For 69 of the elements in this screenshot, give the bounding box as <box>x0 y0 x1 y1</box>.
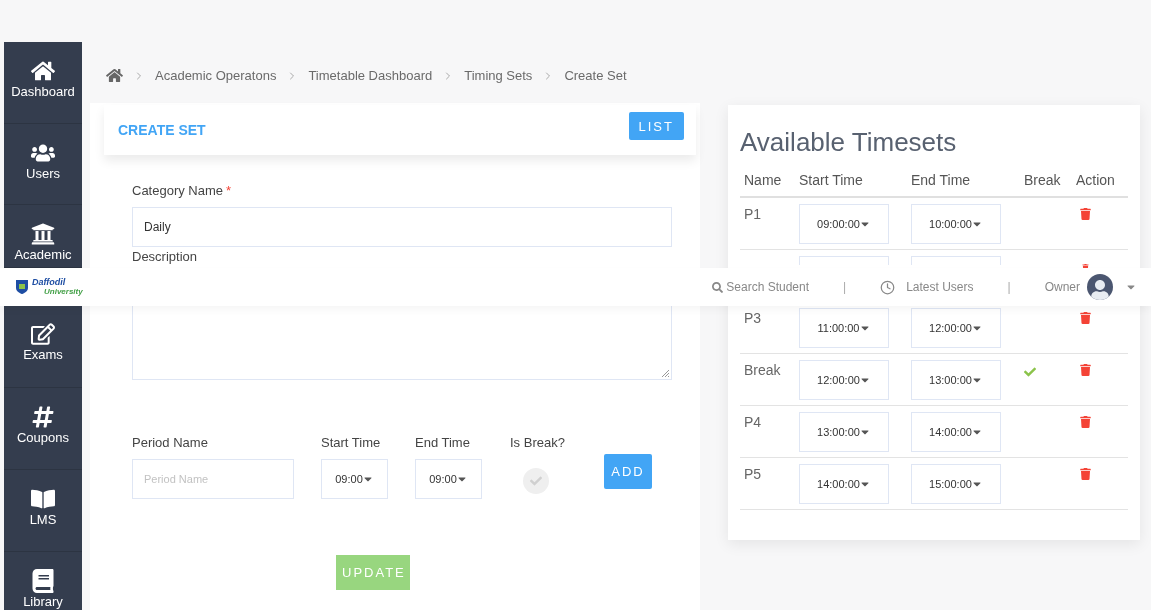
time-select[interactable]: 12:00:00 <box>911 308 1001 348</box>
table-cell-text: P3 <box>744 309 763 326</box>
table-cell-text: P1 <box>744 205 763 222</box>
sidebar-item-icon <box>31 222 55 246</box>
delete-icon[interactable] <box>1080 468 1091 480</box>
avatar[interactable] <box>1087 274 1113 300</box>
check-icon <box>1024 366 1036 378</box>
field-label: Start Time <box>321 435 382 450</box>
time-select[interactable]: 09:00:00 <box>799 204 889 244</box>
breadcrumb-link[interactable]: Academic Operatons <box>155 68 277 83</box>
separator: | <box>1007 280 1011 294</box>
sidebar-item-icon <box>31 59 55 83</box>
search-icon <box>712 281 724 293</box>
column-header: Break <box>1024 172 1062 188</box>
column-header: Start Time <box>799 172 864 188</box>
field-label: Period Name <box>132 435 209 450</box>
sidebar-item[interactable]: Dashboard <box>4 42 82 124</box>
logo-seal-icon <box>15 279 29 295</box>
input-field[interactable]: Daily <box>132 207 672 247</box>
sidebar-item[interactable]: Academic <box>4 205 82 268</box>
delete-icon[interactable] <box>1080 312 1091 324</box>
home-icon[interactable] <box>106 68 123 83</box>
sidebar-item-icon <box>31 569 55 593</box>
delete-icon[interactable] <box>1080 416 1091 428</box>
logo-text: University <box>43 287 83 296</box>
time-select[interactable]: 11:00:00 <box>799 308 889 348</box>
card-title: CREATE SET <box>118 122 206 138</box>
table-cell-text: P5 <box>744 465 763 482</box>
sidebar-item[interactable]: Users <box>4 123 82 205</box>
time-select[interactable]: 13:00:00 <box>911 360 1001 400</box>
sidebar-item[interactable]: Library <box>4 552 82 610</box>
sidebar-item-icon <box>31 405 55 429</box>
field-label: End Time <box>415 435 471 450</box>
field-label: Is Break? <box>510 435 566 450</box>
separator: | <box>843 280 847 294</box>
column-header: End Time <box>911 172 972 188</box>
time-select[interactable]: 10:00:00 <box>911 204 1001 244</box>
resize-grip-icon[interactable] <box>661 369 669 377</box>
check-icon <box>530 475 542 487</box>
table-cell-text: Break <box>744 361 782 378</box>
sidebar-item[interactable]: LMS <box>4 470 82 552</box>
time-select[interactable]: 09:00 <box>415 459 482 499</box>
time-select[interactable]: 15:00:00 <box>911 464 1001 504</box>
time-select[interactable]: 13:00:00 <box>799 412 889 452</box>
breadcrumb-link[interactable]: Create Set <box>564 68 627 83</box>
time-select[interactable]: 12:00:00 <box>799 360 889 400</box>
table-cell-text: P4 <box>744 413 763 430</box>
field-label: Category Name * <box>132 183 233 198</box>
time-select[interactable]: 14:00:00 <box>911 412 1001 452</box>
card-title: Available Timesets <box>740 127 958 158</box>
column-header: Action <box>1076 172 1116 188</box>
delete-icon[interactable] <box>1080 208 1091 220</box>
break-checkbox[interactable] <box>523 468 549 494</box>
time-select[interactable]: 14:00:00 <box>799 464 889 504</box>
sidebar-item-icon <box>31 322 55 346</box>
field-label: Description <box>132 249 199 264</box>
search-student-link[interactable]: Search Student <box>712 280 810 294</box>
column-header: Name <box>744 172 783 188</box>
delete-icon[interactable] <box>1080 364 1091 376</box>
latest-users-link[interactable]: Latest Users <box>880 279 974 295</box>
user-name[interactable]: Owner <box>1044 280 1080 294</box>
logo-text: Daffodil <box>32 278 67 287</box>
clock-icon <box>880 279 896 295</box>
sidebar-item-icon <box>31 487 55 511</box>
user-silhouette-icon <box>1091 280 1109 300</box>
time-select[interactable]: 09:00 <box>321 459 388 499</box>
breadcrumb-link[interactable]: Timing Sets <box>464 68 533 83</box>
breadcrumb-link[interactable]: Timetable Dashboard <box>308 68 433 83</box>
sidebar-item[interactable]: Coupons <box>4 388 82 470</box>
